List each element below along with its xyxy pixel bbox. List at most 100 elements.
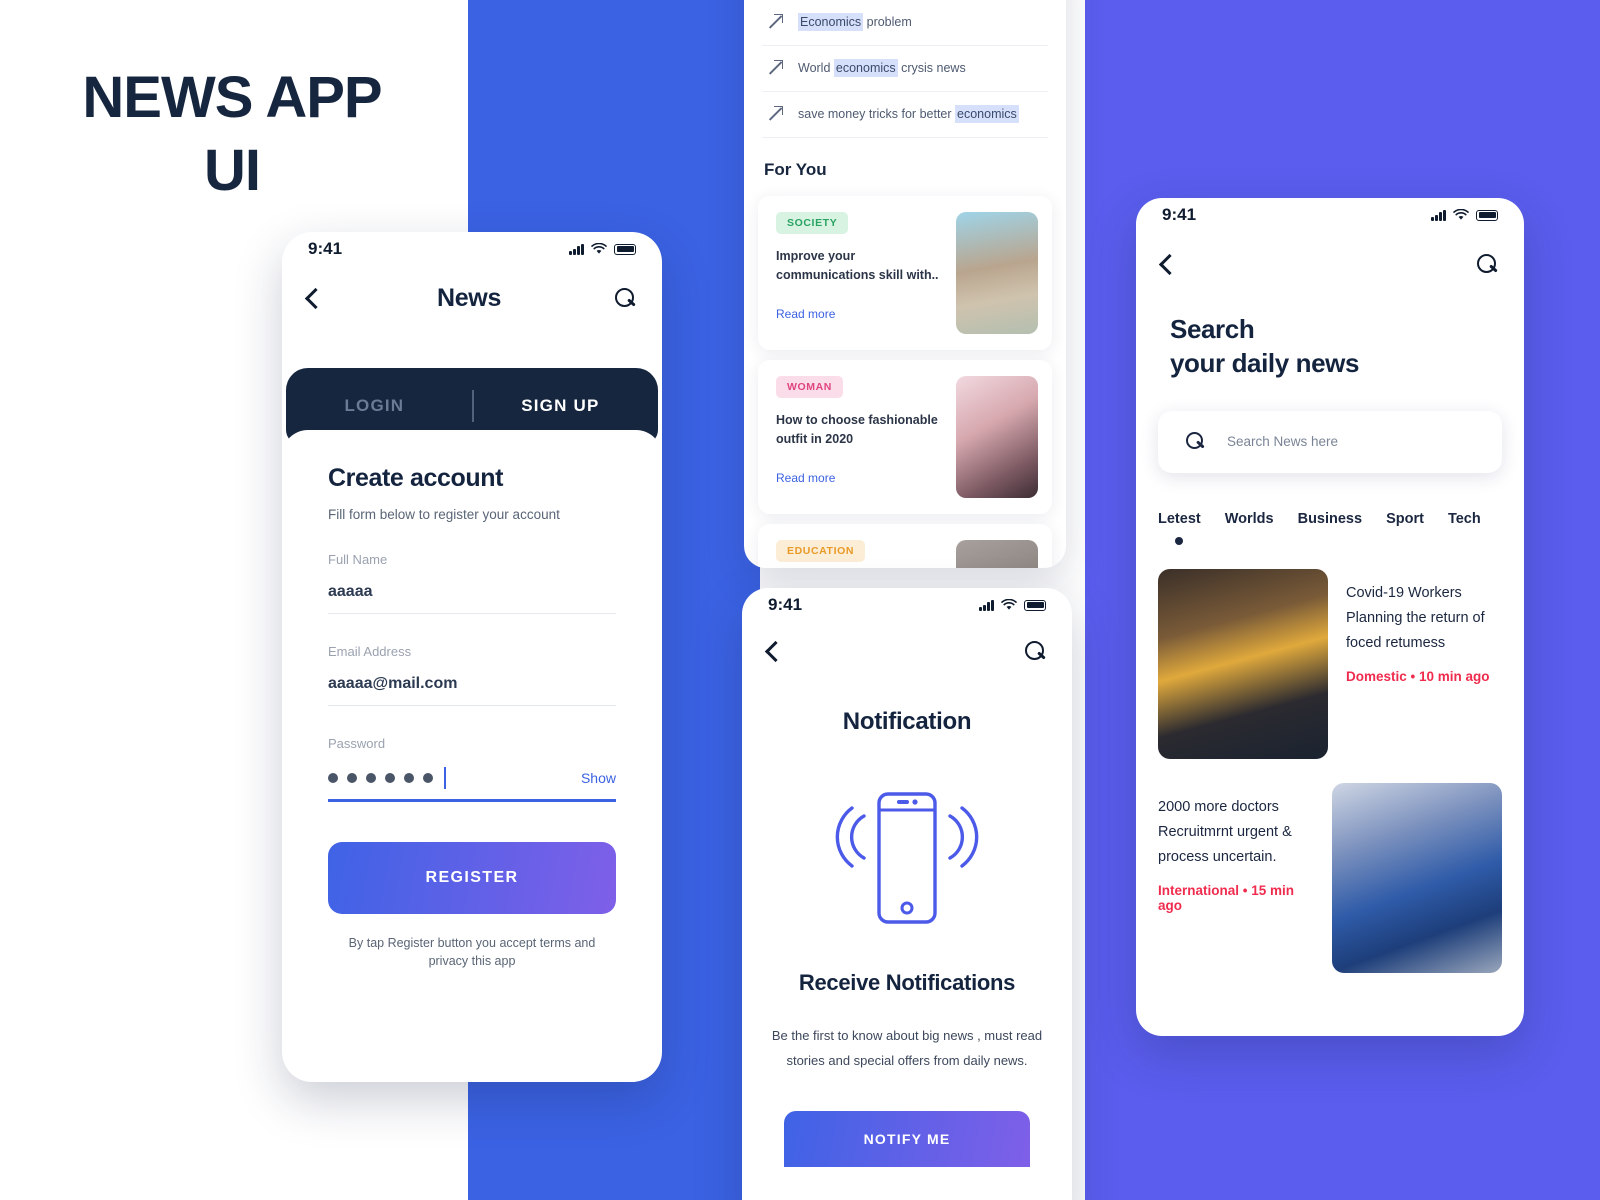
arrow-northeast-icon [766, 60, 783, 76]
form-title: Create account [328, 464, 504, 492]
category-tab-sport[interactable]: Sport [1386, 511, 1424, 527]
field-email[interactable]: Email Address aaaaa@mail.com [328, 644, 616, 706]
search-icon[interactable] [1477, 253, 1498, 275]
suggestion-row[interactable]: Economics problem [762, 0, 1048, 46]
create-account-form: Create account Fill form below to regist… [282, 430, 662, 971]
suggestion-row[interactable]: save money tricks for better economics [762, 92, 1048, 138]
category-tab-label: Letest [1158, 510, 1201, 527]
full-name-input[interactable]: aaaaa [328, 583, 616, 613]
status-icons [569, 243, 636, 255]
status-bar: 9:41 [1136, 198, 1524, 232]
password-label: Password [328, 736, 386, 751]
suggestion-row[interactable]: World economics crysis news [762, 46, 1048, 92]
full-name-underline [328, 613, 616, 614]
phone-notification-screen: 9:41 Notification Receive Notifications … [742, 588, 1072, 1200]
page-title-line-2: UI [204, 137, 261, 203]
notification-title: Notification [842, 708, 972, 735]
field-password[interactable]: Password Show [328, 736, 616, 802]
suggestion-highlight: economics [955, 105, 1019, 123]
back-icon[interactable] [764, 640, 787, 662]
tab-login[interactable]: LOGIN [344, 396, 404, 416]
wifi-icon [1001, 599, 1017, 610]
email-underline [328, 705, 616, 706]
news-card-body: EDUCATION5 Important thing about writing… [776, 540, 946, 568]
back-icon[interactable] [1158, 253, 1181, 275]
news-card[interactable]: SOCIETY Improve your communications skill… [758, 196, 1052, 350]
search-navbar [1136, 232, 1524, 296]
suggestion-highlight: economics [833, 59, 898, 77]
news-card-thumbnail [956, 540, 1038, 568]
email-label: Email Address [328, 644, 412, 659]
search-icon[interactable] [1025, 640, 1046, 662]
password-dot [328, 773, 338, 783]
password-row[interactable]: Show [328, 767, 616, 799]
category-tab-label: Sport [1386, 510, 1424, 527]
news-card[interactable]: EDUCATION5 Important thing about writing… [758, 524, 1052, 568]
article-title: Covid-19 Workers Planning the return of … [1346, 584, 1485, 651]
notify-me-button[interactable]: NOTIFY ME [784, 1111, 1030, 1168]
status-bar: 9:41 [742, 588, 1072, 622]
article-row[interactable]: 2000 more doctors Recruitmrnt urgent & p… [1136, 759, 1524, 973]
show-password-button[interactable]: Show [581, 770, 616, 786]
article-title: 2000 more doctors Recruitmrnt urgent & p… [1158, 798, 1292, 865]
battery-icon [614, 243, 636, 255]
read-more-link[interactable]: Read more [776, 471, 946, 485]
news-card-body: SOCIETY Improve your communications skill… [776, 212, 946, 334]
status-bar: 9:41 [282, 232, 662, 266]
article-body: Covid-19 Workers Planning the return of … [1346, 569, 1502, 759]
full-name-label: Full Name [328, 552, 388, 567]
category-tab-letest[interactable]: Letest [1158, 511, 1201, 545]
news-card-thumbnail [956, 376, 1038, 498]
cellular-signal-icon [569, 243, 584, 255]
signup-navbar: News [282, 266, 662, 330]
category-tab-worlds[interactable]: Worlds [1225, 511, 1274, 527]
password-dot [347, 773, 357, 783]
password-dot [423, 773, 433, 783]
field-full-name[interactable]: Full Name aaaaa [328, 552, 616, 614]
notification-illustration [742, 776, 1072, 926]
password-dot [404, 773, 414, 783]
news-card[interactable]: WOMAN How to choose fashionable outfit in… [758, 360, 1052, 514]
password-dot [366, 773, 376, 783]
read-more-link[interactable]: Read more [776, 307, 946, 321]
category-badge: EDUCATION [776, 540, 866, 562]
status-time: 9:41 [308, 239, 343, 258]
search-icon[interactable] [614, 287, 636, 309]
page-title: NEWS APP UI [52, 62, 412, 207]
category-badge: WOMAN [776, 376, 843, 398]
for-you-heading: For You [764, 160, 827, 179]
search-suggestion-list: Economics problem World economics crysis … [744, 0, 1066, 138]
status-time: 9:41 [768, 595, 803, 614]
wifi-icon [1453, 209, 1469, 220]
arrow-northeast-icon [766, 106, 783, 122]
phone-search-screen: 9:41 Search your daily news Search News … [1136, 198, 1524, 1036]
nav-title: News [436, 283, 502, 312]
cellular-signal-icon [1431, 209, 1446, 221]
vibrating-phone-icon [835, 792, 979, 924]
for-you-card-list: SOCIETY Improve your communications skill… [744, 196, 1066, 568]
category-badge: SOCIETY [776, 212, 849, 234]
article-row[interactable]: Covid-19 Workers Planning the return of … [1136, 545, 1524, 759]
battery-icon [1024, 599, 1046, 611]
article-meta: Domestic • 10 min ago [1346, 669, 1490, 685]
email-input[interactable]: aaaaa@mail.com [328, 675, 616, 705]
back-icon[interactable] [304, 287, 327, 309]
active-tab-indicator [1175, 536, 1184, 545]
form-subtitle: Fill form below to register your account [328, 507, 560, 522]
category-tab-business[interactable]: Business [1298, 511, 1362, 527]
category-tab-label: Worlds [1224, 510, 1274, 527]
password-underline [328, 799, 616, 802]
notification-heading: Receive Notifications [798, 970, 1016, 995]
tab-signup[interactable]: SIGN UP [521, 396, 599, 416]
tab-divider [472, 390, 474, 422]
search-input-placeholder[interactable]: Search News here [1227, 434, 1338, 449]
password-dot [385, 773, 395, 783]
phone-signup-screen: 9:41 News LOGIN SIGN UP Create account F… [282, 232, 662, 1082]
search-heading: Search your daily news [1136, 296, 1524, 381]
search-icon [1186, 432, 1205, 451]
category-tab-tech[interactable]: Tech [1448, 511, 1481, 527]
search-input-box[interactable]: Search News here [1158, 410, 1502, 473]
password-masked-value[interactable] [328, 767, 446, 789]
register-button[interactable]: REGISTER [328, 841, 616, 914]
notification-subtitle: Be the first to know about big news , mu… [771, 1028, 1043, 1068]
